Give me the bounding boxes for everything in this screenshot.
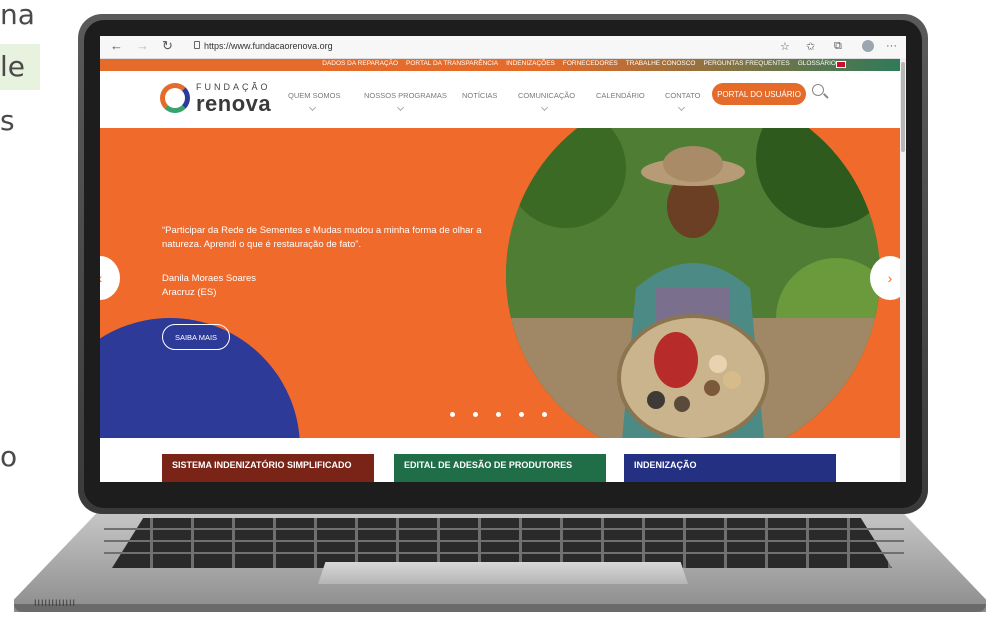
chevron-down-icon bbox=[677, 103, 686, 112]
chevron-down-icon bbox=[396, 103, 405, 112]
more-icon[interactable]: ··· bbox=[886, 40, 897, 52]
author-place: Aracruz (ES) bbox=[162, 287, 217, 298]
profile-icon[interactable] bbox=[862, 40, 874, 52]
keyboard-row bbox=[104, 540, 904, 542]
utility-link[interactable]: FORNECEDORES bbox=[563, 60, 618, 67]
laptop-bottom-edge bbox=[14, 604, 986, 612]
card-sistema-indenizatorio[interactable]: SISTEMA INDENIZATÓRIO SIMPLIFICADO bbox=[162, 454, 374, 482]
menu-quem-somos[interactable]: QUEM SOMOS bbox=[288, 91, 341, 100]
laptop-trackpad bbox=[318, 562, 688, 584]
page-scrollbar[interactable] bbox=[900, 58, 906, 482]
address-bar[interactable]: https://www.fundacaorenova.org bbox=[204, 41, 333, 51]
utility-link[interactable]: INDENIZAÇÕES bbox=[506, 60, 555, 67]
keyboard-row bbox=[104, 552, 904, 554]
utility-link[interactable]: PERGUNTAS FREQUENTES bbox=[704, 60, 790, 67]
carousel-dot[interactable] bbox=[473, 412, 478, 417]
background-text-2: le bbox=[0, 50, 26, 83]
card-edital-adesao[interactable]: EDITAL DE ADESÃO DE PRODUTORES bbox=[394, 454, 606, 482]
utility-link[interactable]: TRABALHE CONOSCO bbox=[626, 60, 696, 67]
hero-quote: “Participar da Rede de Sementes e Mudas … bbox=[162, 225, 482, 250]
forward-button[interactable]: → bbox=[136, 39, 149, 53]
collections-icon[interactable]: ⧉ bbox=[834, 40, 842, 53]
hero-author: Danila Moraes Soares Aracruz (ES) bbox=[162, 272, 256, 300]
laptop-vent: IIIIIIIIIIII bbox=[34, 598, 77, 608]
laptop-keyboard bbox=[112, 518, 892, 568]
scrollbar-thumb[interactable] bbox=[901, 62, 905, 152]
back-button[interactable]: ← bbox=[110, 39, 123, 53]
menu-comunicacao[interactable]: COMUNICAÇÃO bbox=[518, 91, 575, 100]
carousel-dots bbox=[450, 412, 547, 417]
hero-photo bbox=[506, 128, 880, 438]
star-icon[interactable]: ☆ bbox=[780, 40, 790, 53]
browser-toolbar: ← → ↻ https://www.fundacaorenova.org ☆ ✩… bbox=[100, 36, 906, 59]
background-text-3: s bbox=[0, 104, 15, 137]
lock-icon bbox=[194, 41, 200, 49]
uk-flag-icon[interactable] bbox=[836, 61, 846, 68]
logo-title[interactable]: renova bbox=[196, 91, 271, 117]
card-indenizacao[interactable]: INDENIZAÇÃO bbox=[624, 454, 836, 482]
menu-calendario[interactable]: CALENDÁRIO bbox=[596, 91, 645, 100]
utility-link[interactable]: PORTAL DA TRANSPARÊNCIA bbox=[406, 60, 498, 67]
background-text-1: na bbox=[0, 0, 35, 31]
keyboard-row bbox=[104, 528, 904, 530]
menu-contato[interactable]: CONTATO bbox=[665, 91, 700, 100]
menu-noticias[interactable]: NOTÍCIAS bbox=[462, 91, 497, 100]
carousel-prev-button[interactable]: ‹ bbox=[100, 256, 120, 300]
feature-cards: SISTEMA INDENIZATÓRIO SIMPLIFICADO EDITA… bbox=[100, 438, 906, 482]
background-text-4: o bbox=[0, 440, 18, 473]
carousel-dot[interactable] bbox=[450, 412, 455, 417]
utility-link[interactable]: DADOS DA REPARAÇÃO bbox=[322, 60, 398, 67]
renova-logo-icon[interactable] bbox=[160, 83, 190, 113]
portal-do-usuario-button[interactable]: PORTAL DO USUÁRIO bbox=[712, 83, 806, 105]
favorites-icon[interactable]: ✩ bbox=[806, 40, 815, 53]
carousel-dot[interactable] bbox=[496, 412, 501, 417]
saiba-mais-button[interactable]: SAIBA MAIS bbox=[162, 324, 230, 350]
top-utility-bar: DADOS DA REPARAÇÃO PORTAL DA TRANSPARÊNC… bbox=[100, 59, 906, 71]
carousel-dot[interactable] bbox=[519, 412, 524, 417]
chevron-down-icon bbox=[308, 103, 317, 112]
laptop-screen: ← → ↻ https://www.fundacaorenova.org ☆ ✩… bbox=[100, 36, 906, 482]
search-icon[interactable] bbox=[812, 84, 824, 96]
author-name: Danila Moraes Soares bbox=[162, 273, 256, 284]
hero-carousel: “Participar da Rede de Sementes e Mudas … bbox=[100, 128, 906, 438]
reload-button[interactable]: ↻ bbox=[162, 39, 173, 53]
utility-links: DADOS DA REPARAÇÃO PORTAL DA TRANSPARÊNC… bbox=[322, 60, 836, 67]
search-icon-handle bbox=[823, 93, 829, 99]
chevron-down-icon bbox=[540, 103, 549, 112]
carousel-dot[interactable] bbox=[542, 412, 547, 417]
menu-nossos-programas[interactable]: NOSSOS PROGRAMAS bbox=[364, 91, 447, 100]
site-header: FUNDAÇÃO renova QUEM SOMOS NOSSOS PROGRA… bbox=[100, 71, 906, 129]
utility-link[interactable]: GLOSSÁRIO bbox=[798, 60, 836, 67]
